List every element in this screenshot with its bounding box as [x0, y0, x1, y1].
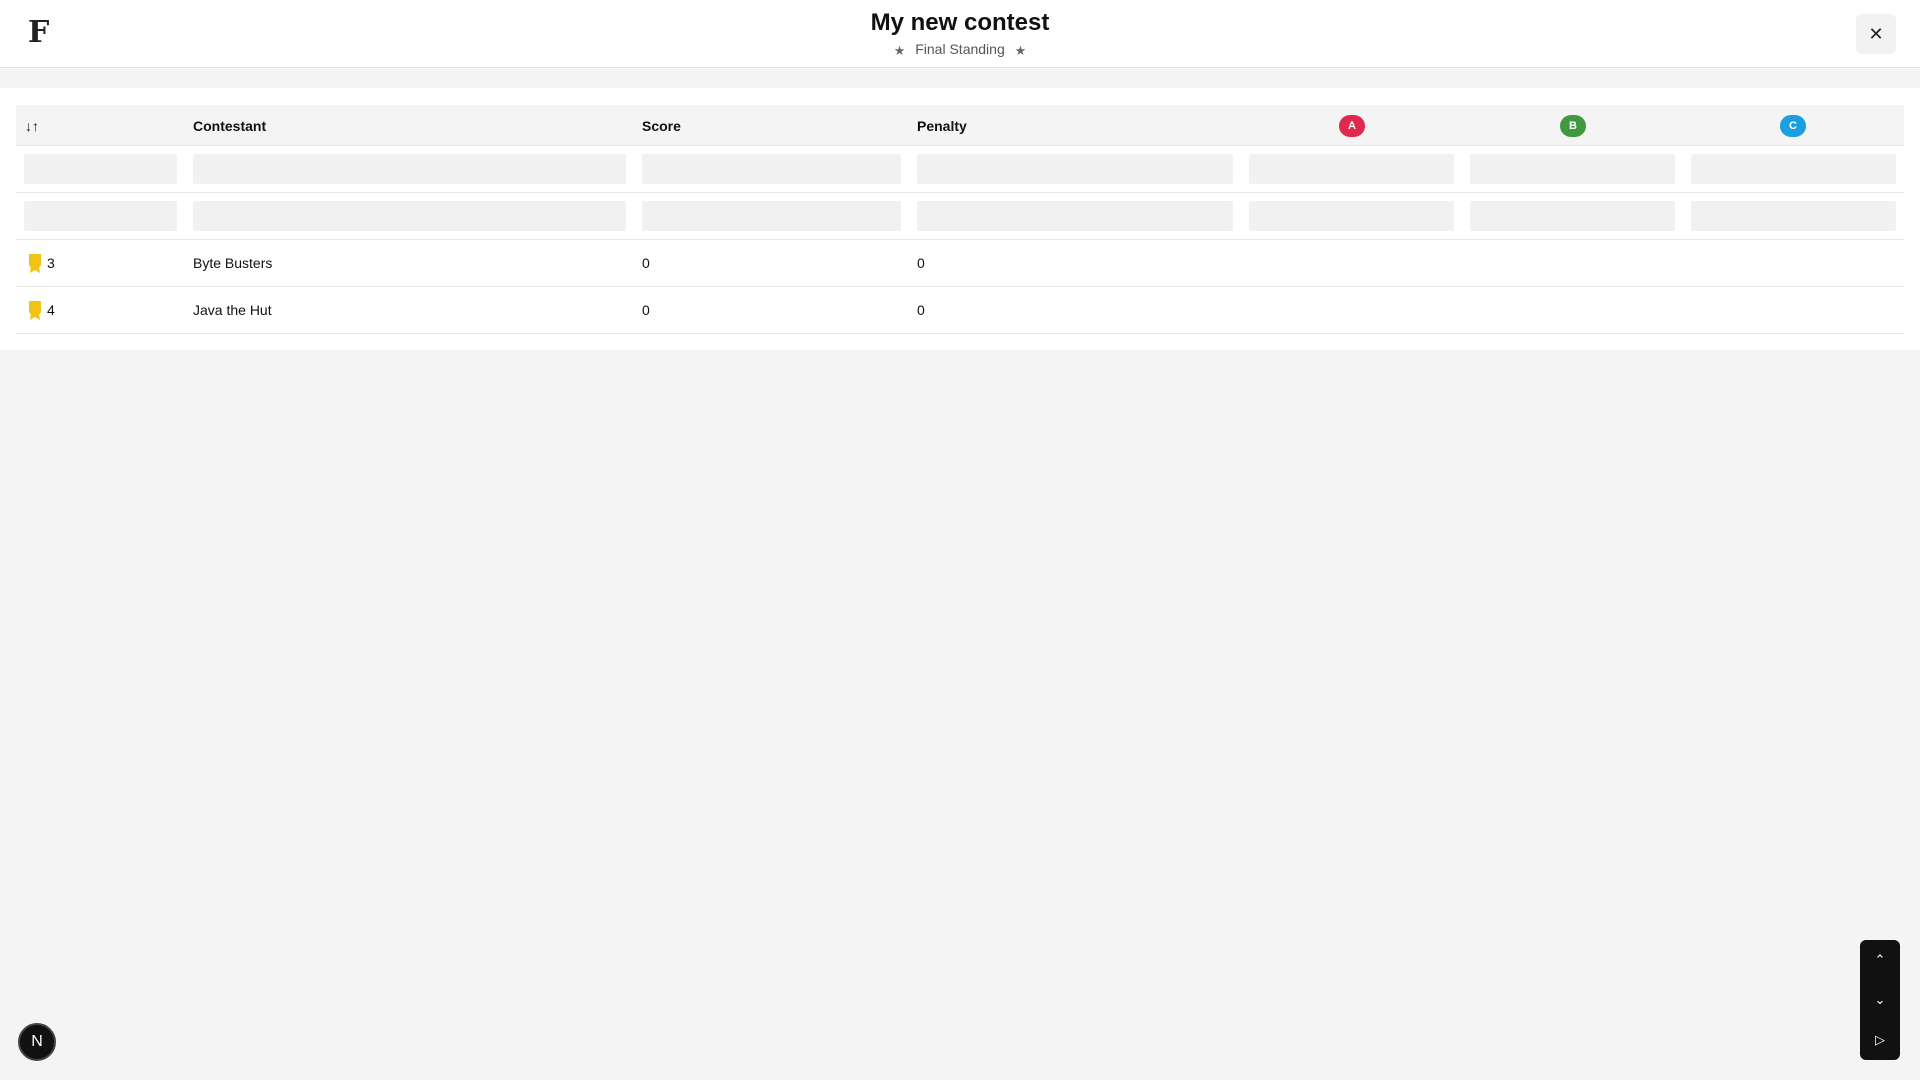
skeleton-cell	[917, 201, 1233, 231]
skeleton-cell	[193, 154, 626, 184]
column-header-contestant[interactable]: Contestant	[193, 105, 266, 146]
standings-table: ↓↑ Contestant Score Penalty A B C 3 Byte…	[16, 105, 1904, 334]
penalty-value: 0	[917, 302, 925, 318]
standings-card: ↓↑ Contestant Score Penalty A B C 3 Byte…	[0, 88, 1920, 350]
score-value: 0	[642, 302, 650, 318]
skeleton-cell	[24, 154, 177, 184]
sort-button[interactable]: ↓↑	[25, 105, 39, 146]
skeleton-cell	[1691, 154, 1896, 184]
rank-cell: 3	[28, 240, 55, 286]
avatar[interactable]: N	[18, 1023, 56, 1061]
header-bar: F My new contest ★ Final Standing ★ ✕	[0, 0, 1920, 68]
play-button[interactable]: ▷	[1860, 1020, 1900, 1060]
standings-nav-pad: ⌃ ⌄ ▷	[1860, 940, 1900, 1060]
skeleton-row	[16, 193, 1904, 240]
sort-icon: ↓↑	[25, 117, 39, 134]
page-title: My new contest	[870, 9, 1050, 36]
close-button[interactable]: ✕	[1856, 14, 1896, 54]
skeleton-cell	[917, 154, 1233, 184]
skeleton-cell	[1249, 201, 1454, 231]
skeleton-cell	[1691, 201, 1896, 231]
column-header-problem-c[interactable]: C	[1780, 105, 1806, 146]
chevron-up-icon: ⌃	[1874, 952, 1886, 967]
skeleton-cell	[193, 201, 626, 231]
problem-badge: B	[1560, 114, 1586, 137]
column-header-score[interactable]: Score	[642, 105, 681, 146]
contestant-name: Java the Hut	[193, 302, 272, 318]
skeleton-row	[16, 146, 1904, 193]
play-icon: ▷	[1875, 1032, 1885, 1047]
column-header-penalty[interactable]: Penalty	[917, 105, 967, 146]
star-icon: ★	[1014, 43, 1027, 58]
scroll-up-button[interactable]: ⌃	[1860, 940, 1900, 980]
medal-icon	[29, 301, 41, 320]
problem-badge: C	[1780, 114, 1806, 137]
table-row[interactable]: 4 Java the Hut 0 0	[16, 287, 1904, 334]
skeleton-cell	[1470, 154, 1675, 184]
page-subtitle: ★ Final Standing ★	[0, 41, 1920, 58]
skeleton-cell	[1470, 201, 1675, 231]
column-header-problem-a[interactable]: A	[1339, 105, 1365, 146]
score-value: 0	[642, 255, 650, 271]
problem-badge: A	[1339, 114, 1365, 137]
skeleton-cell	[1249, 154, 1454, 184]
rank-cell: 4	[28, 287, 55, 333]
star-icon: ★	[893, 43, 906, 58]
subtitle-text: Final Standing	[915, 41, 1005, 57]
column-header-problem-b[interactable]: B	[1560, 105, 1586, 146]
contestant-name: Byte Busters	[193, 255, 273, 271]
close-icon: ✕	[1868, 23, 1884, 44]
chevron-down-icon: ⌄	[1874, 992, 1886, 1007]
table-header: ↓↑ Contestant Score Penalty A B C	[16, 105, 1904, 146]
skeleton-cell	[642, 201, 901, 231]
scroll-down-button[interactable]: ⌄	[1860, 980, 1900, 1020]
skeleton-cell	[642, 154, 901, 184]
penalty-value: 0	[917, 255, 925, 271]
rank-value: 4	[47, 302, 55, 318]
skeleton-cell	[24, 201, 177, 231]
medal-icon	[29, 254, 41, 273]
rank-value: 3	[47, 255, 55, 271]
table-row[interactable]: 3 Byte Busters 0 0	[16, 240, 1904, 287]
